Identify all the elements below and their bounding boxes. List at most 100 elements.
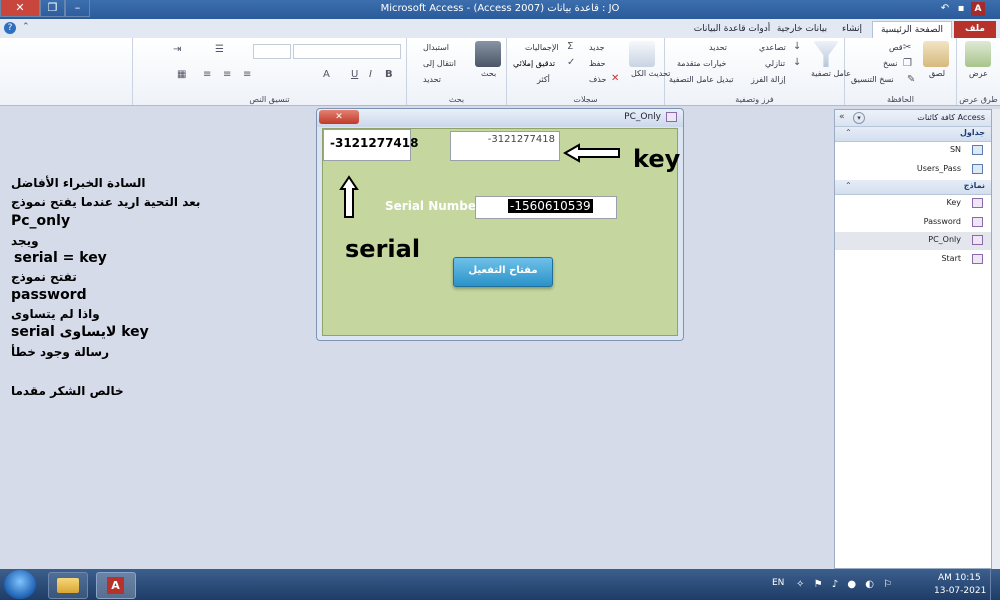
copy-icon[interactable]: ❐ <box>903 58 912 69</box>
totals-icon[interactable]: Σ <box>567 41 573 52</box>
spelling-icon[interactable]: ✓ <box>567 57 575 68</box>
bold-icon[interactable]: B <box>385 69 393 80</box>
group-clipboard-label: الحافظة <box>887 95 914 104</box>
gridlines-icon[interactable]: ▦ <box>177 69 186 80</box>
nav-item-key[interactable]: Key <box>835 195 991 213</box>
tray-network-icon[interactable]: ✧ <box>796 579 804 590</box>
font-color-icon[interactable]: A <box>323 69 330 80</box>
tab-database-tools[interactable]: أدوات قاعدة البيانات <box>692 21 772 38</box>
section-collapse-icon[interactable]: ⌃ <box>845 128 852 137</box>
undo-icon[interactable]: ↶ <box>938 2 952 16</box>
ascending-label[interactable]: تصاعدي <box>759 43 786 52</box>
copy-label[interactable]: نسخ <box>883 59 898 68</box>
filter-label[interactable]: عامل تصفية <box>811 69 851 78</box>
save-record-label[interactable]: حفظ <box>589 59 606 68</box>
save-icon[interactable]: ▪ <box>954 2 968 16</box>
nav-section-forms[interactable]: ⌃ نماذج <box>835 180 991 195</box>
nav-header[interactable]: « ▾ كافة كائنات Access <box>835 110 991 127</box>
bullets-icon[interactable]: ☰ <box>215 44 224 55</box>
replace-label[interactable]: استبدال <box>423 43 449 52</box>
sort-ascending-icon[interactable]: ↓ <box>793 41 801 52</box>
find-label[interactable]: بحث <box>481 69 496 78</box>
start-button[interactable] <box>4 570 36 599</box>
serial-number-field[interactable]: -1560610539 <box>475 196 617 219</box>
delete-icon[interactable]: ✕ <box>611 73 619 84</box>
italic-icon[interactable]: I <box>369 69 372 80</box>
nav-item-start[interactable]: Start <box>835 251 991 269</box>
access-app-icon[interactable]: A <box>971 2 985 16</box>
paste-label[interactable]: لصق <box>929 69 945 78</box>
section-collapse-icon[interactable]: ⌃ <box>845 181 852 190</box>
binoculars-icon[interactable] <box>475 41 501 67</box>
selection-label[interactable]: تحديد <box>709 43 727 52</box>
more-label[interactable]: أكثر <box>537 75 550 84</box>
delete-record-label[interactable]: حذف <box>589 75 606 84</box>
form-body: -3121277418 -3121277418 key Serial Numbe… <box>322 128 680 336</box>
paste-icon[interactable] <box>923 41 949 67</box>
format-painter-icon[interactable]: ✎ <box>907 74 915 85</box>
font-size-combo[interactable] <box>253 44 291 59</box>
align-center-icon[interactable]: ≡ <box>223 69 231 80</box>
key-textbox[interactable]: -3121277418 <box>450 131 560 161</box>
tab-file[interactable]: ملف <box>954 21 996 38</box>
nav-collapse-icon[interactable]: « <box>839 112 845 122</box>
advanced-label[interactable]: خيارات متقدمة <box>677 59 726 68</box>
cut-icon[interactable]: ✂ <box>903 42 911 53</box>
filter-icon[interactable] <box>813 41 839 67</box>
refresh-all-label[interactable]: تحديث الكل <box>631 69 670 78</box>
table-icon <box>972 164 983 174</box>
tray-flag-icon[interactable]: ⚐ <box>883 579 892 590</box>
right-scrollbar[interactable] <box>992 109 1000 569</box>
serial-annotation: serial <box>345 235 421 263</box>
explorer-taskbar-icon[interactable] <box>48 572 88 599</box>
activate-button-label: مفتاح التفعيل <box>468 265 538 276</box>
nav-item-pc-only[interactable]: PC_Only <box>835 232 991 250</box>
clock-date[interactable]: 13-07-2021 <box>934 586 986 596</box>
totals-label[interactable]: الإجماليات <box>525 43 559 52</box>
language-indicator[interactable]: EN <box>772 578 784 588</box>
view-button-label[interactable]: عرض <box>969 69 988 78</box>
nav-item-users-pass[interactable]: Users_Pass <box>835 161 991 179</box>
toggle-filter-label[interactable]: تبديل عامل التصفية <box>669 75 734 84</box>
group-records-label: سجلات <box>573 95 598 104</box>
spelling-label[interactable]: تدقيق إملائي <box>513 59 555 68</box>
descending-label[interactable]: تنازلي <box>765 59 785 68</box>
tray-update-icon[interactable]: ● <box>847 579 856 590</box>
view-icon[interactable] <box>965 41 991 67</box>
serial-textbox[interactable]: -3121277418 <box>323 129 418 161</box>
access-icon: A <box>107 577 124 594</box>
sort-descending-icon[interactable]: ↓ <box>793 57 801 68</box>
access-taskbar-icon[interactable]: A <box>96 572 136 599</box>
underline-icon[interactable]: U <box>351 69 358 80</box>
clock-time[interactable]: AM 10:15 <box>938 573 981 583</box>
goto-label[interactable]: انتقال إلى <box>423 59 456 68</box>
tray-app-icon[interactable]: ◐ <box>865 579 874 590</box>
tray-volume-icon[interactable]: ♪ <box>832 579 838 590</box>
nav-item-password[interactable]: Password <box>835 214 991 232</box>
format-painter-label[interactable]: نسخ التنسيق <box>851 75 894 84</box>
nav-section-tables[interactable]: ⌃ جداول <box>835 127 991 142</box>
align-right-icon[interactable]: ≡ <box>203 69 211 80</box>
remove-sort-label[interactable]: إزالة الفرز <box>751 75 786 84</box>
tab-external-data[interactable]: بيانات خارجية <box>772 21 832 38</box>
nav-dropdown-icon[interactable]: ▾ <box>853 112 865 124</box>
new-record-label[interactable]: جديد <box>589 43 605 52</box>
minimize-ribbon-icon[interactable]: ⌃ <box>22 22 30 32</box>
font-name-combo[interactable] <box>293 44 401 59</box>
show-desktop-button[interactable] <box>990 569 1000 600</box>
tab-home[interactable]: الصفحة الرئيسية <box>872 21 952 38</box>
tab-create[interactable]: إنشاء <box>832 21 872 38</box>
activate-button[interactable]: مفتاح التفعيل <box>453 257 553 287</box>
form-icon <box>666 112 677 122</box>
cut-label[interactable]: قص <box>889 43 903 52</box>
indent-icon[interactable]: ⇥ <box>173 44 181 55</box>
select-label[interactable]: تحديد <box>423 75 441 84</box>
tray-icons[interactable]: ✧ ⚑ ♪ ● ◐ ⚐ <box>796 579 920 591</box>
form-close-button[interactable]: ✕ <box>319 110 359 124</box>
refresh-all-icon[interactable] <box>629 41 655 67</box>
align-left-icon[interactable]: ≡ <box>243 69 251 80</box>
nav-item-sn[interactable]: SN <box>835 142 991 160</box>
tray-security-icon[interactable]: ⚑ <box>814 579 823 590</box>
help-icon[interactable]: ? <box>4 22 16 34</box>
table-icon <box>972 145 983 155</box>
